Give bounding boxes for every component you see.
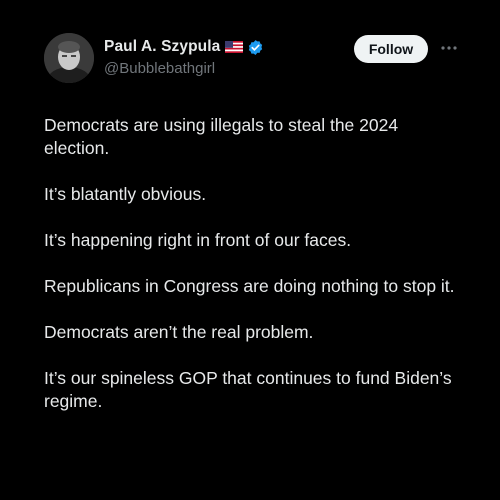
us-flag-icon <box>225 41 244 53</box>
tweet-text: Democrats are using illegals to steal th… <box>44 114 464 436</box>
tweet-paragraph: It’s our spineless GOP that continues to… <box>44 368 452 411</box>
avatar-image <box>44 33 94 83</box>
display-name[interactable]: Paul A. Szypula <box>104 38 220 56</box>
tweet-paragraph: It’s blatantly obvious. <box>44 184 207 204</box>
verified-badge-icon <box>249 39 263 55</box>
tweet-paragraph: Democrats aren’t the real problem. <box>44 322 314 342</box>
tweet-paragraph: Republicans in Congress are doing nothin… <box>44 276 455 296</box>
author-handle[interactable]: @Bubblebathgirl <box>104 59 264 79</box>
avatar[interactable] <box>44 33 94 83</box>
tweet-paragraph: Democrats are using illegals to steal th… <box>44 115 399 158</box>
name-row: Paul A. Szypula <box>104 37 264 57</box>
author-names: Paul A. Szypula @Bubblebathgirl <box>104 37 264 79</box>
more-horizontal-icon[interactable] <box>440 43 458 53</box>
tweet-card: Paul A. Szypula @Bubblebathgirl Follow D… <box>0 0 500 500</box>
tweet-header: Paul A. Szypula @Bubblebathgirl Follow <box>44 33 464 83</box>
tweet-paragraph: It’s happening right in front of our fac… <box>44 230 352 250</box>
follow-button[interactable]: Follow <box>354 35 428 63</box>
